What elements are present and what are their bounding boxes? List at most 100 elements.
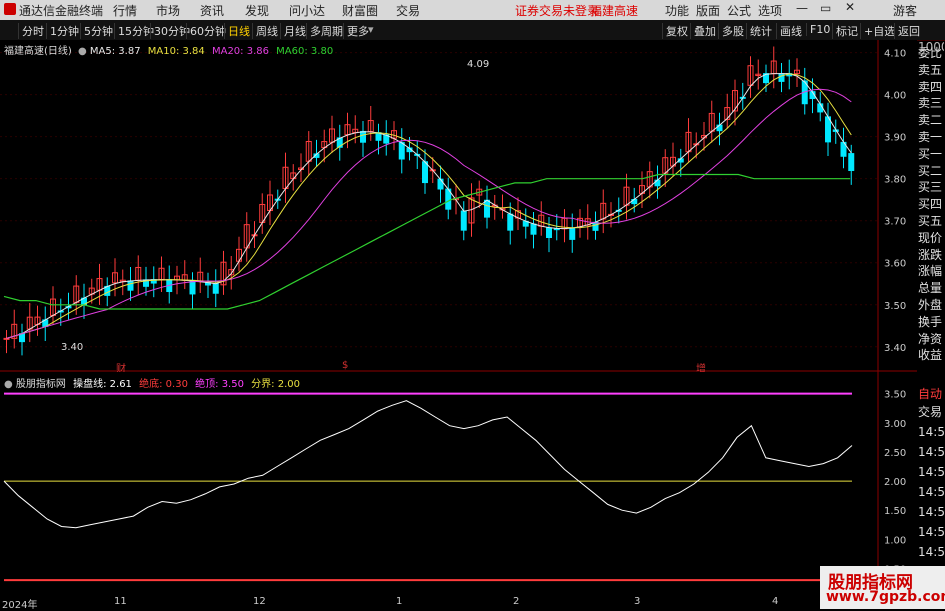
price-chart-legend: 福建高速(日线) ● MA5: 3.87 MA10: 3.84 MA20: 3.… — [4, 42, 333, 57]
menu-item-trade[interactable]: 交易 — [396, 2, 420, 19]
period-tab-multi[interactable]: 多周期 — [306, 23, 343, 39]
more-dropdown-icon[interactable]: ▾ — [368, 23, 374, 36]
period-tab-5min[interactable]: 5分钟 — [80, 23, 113, 39]
indicator-title: 股朋指标网 — [15, 379, 66, 390]
indicator-tick-label: 3.50 — [884, 390, 906, 401]
period-tab-timeshare[interactable]: 分时 — [18, 23, 44, 39]
divide-label: 分界: 2.00 — [251, 379, 300, 390]
menu-item-market[interactable]: 行情 — [113, 2, 137, 19]
tick-time: 14:56 — [918, 505, 944, 519]
price-tick-label: 4.00 — [884, 91, 906, 102]
add-watchlist-button[interactable]: +自选 — [860, 23, 895, 39]
candle-body — [484, 199, 490, 218]
absolute-bottom-label: 绝底: 0.30 — [139, 379, 188, 390]
watermark: 股朋指标网 www.7gpzb.com — [820, 566, 945, 609]
overlay-button[interactable]: 叠加 — [690, 23, 716, 39]
candle-body — [3, 337, 10, 340]
close-icon[interactable]: ✕ — [845, 0, 855, 14]
price-tick-label: 3.70 — [884, 217, 906, 228]
login-notice[interactable]: 证券交易未登录 — [515, 2, 599, 19]
candle-body — [212, 283, 219, 294]
app-title: 通达信金融终端 — [19, 4, 104, 18]
period-tab-15min[interactable]: 15分钟 — [114, 23, 154, 39]
x-axis-label: 1 — [396, 596, 403, 607]
x-axis-label: 11 — [114, 596, 127, 607]
x-axis: 2024年 11 12 1 2 3 4 — [0, 596, 917, 611]
price-tick-label: 3.90 — [884, 133, 906, 144]
indicator-chart[interactable]: 3.503.002.502.001.501.000.50 — [0, 372, 917, 596]
indicator-tick-label: 3.00 — [884, 419, 906, 430]
candle-body — [716, 124, 723, 132]
event-mark-dividend[interactable]: $ — [342, 360, 348, 371]
candle-body — [19, 333, 25, 343]
menu-bar: 通达信金融终端 行情 市场 资讯 发现 问小达 财富圈 交易 证券交易未登录 福… — [0, 0, 945, 20]
stock-name: 福建高速 — [590, 4, 639, 18]
price-tick-label: 4.10 — [884, 49, 906, 60]
menu-item-wealth[interactable]: 财富圈 — [342, 2, 378, 19]
ma60-label: MA60: 3.80 — [276, 46, 334, 57]
indicator-settings-icon[interactable]: ● — [4, 379, 13, 390]
menu-item-exchange[interactable]: 市场 — [156, 2, 180, 19]
candle-body — [437, 178, 444, 190]
draw-line-button[interactable]: 画线 — [776, 23, 802, 39]
menu-item-ask[interactable]: 问小达 — [289, 2, 325, 19]
guest-label[interactable]: 游客 — [893, 2, 917, 19]
tick-time: 14:56 — [918, 465, 944, 479]
ma20-label: MA20: 3.86 — [211, 46, 269, 57]
settings-icon[interactable]: ● — [78, 46, 87, 57]
tick-time: 14:56 — [918, 485, 944, 499]
quote-field-label: 收益 — [918, 348, 943, 363]
period-tab-30min[interactable]: 30分钟 — [150, 23, 190, 39]
tick-time: 14:56 — [918, 425, 944, 439]
price-tick-label: 3.40 — [884, 343, 906, 354]
mark-button[interactable]: 标记 — [832, 23, 858, 39]
candle-body — [546, 227, 552, 239]
period-tab-day[interactable]: 日线 — [224, 23, 250, 39]
price-tick-label: 3.80 — [884, 175, 906, 186]
minimize-icon[interactable]: — — [796, 1, 808, 15]
candle-body — [127, 280, 134, 291]
menu-item-formula[interactable]: 公式 — [727, 2, 751, 19]
candle-body — [530, 223, 537, 235]
absolute-top-label: 绝顶: 3.50 — [195, 379, 244, 390]
candle-body — [422, 161, 428, 184]
indicator-legend: ● 股朋指标网 操盘线: 2.61 绝底: 0.30 绝顶: 3.50 分界: … — [4, 375, 300, 390]
tick-time: 14:56 — [918, 525, 944, 539]
operation-line-label: 操盘线: 2.61 — [73, 379, 132, 390]
f10-button[interactable]: F10 — [806, 23, 830, 36]
back-button[interactable]: 返回 — [894, 23, 920, 39]
period-tab-60min[interactable]: 60分钟 — [186, 23, 226, 39]
menu-item-function[interactable]: 功能 — [665, 2, 689, 19]
multi-stock-button[interactable]: 多股 — [718, 23, 744, 39]
menu-item-options[interactable]: 选项 — [758, 2, 782, 19]
quote-side-panel: 1000委比卖五卖四卖三卖二卖一买一买二买三买四买五现价涨跌涨幅总量外盘换手净资… — [917, 40, 945, 609]
period-tab-1min[interactable]: 1分钟 — [46, 23, 79, 39]
menu-item-discover[interactable]: 发现 — [245, 2, 269, 19]
restore-icon[interactable]: ▭ — [820, 1, 831, 15]
candle-body — [507, 213, 514, 231]
price-tick-label: 3.60 — [884, 259, 906, 270]
menu-item-news[interactable]: 资讯 — [200, 2, 224, 19]
high-price-label: 4.09 — [467, 59, 490, 70]
indicator-tick-label: 1.50 — [884, 506, 906, 517]
indicator-tick-label: 2.50 — [884, 448, 906, 459]
tick-time: 14:56 — [918, 545, 944, 559]
menu-item-layout[interactable]: 版面 — [696, 2, 720, 19]
price-chart[interactable]: 4.10 4.00 3.90 3.80 3.70 3.60 3.50 3.40 — [0, 40, 917, 372]
x-axis-label: 2 — [513, 596, 520, 607]
x-axis-label: 3 — [634, 596, 641, 607]
period-tab-more[interactable]: 更多 — [343, 23, 369, 39]
period-tab-month[interactable]: 月线 — [280, 23, 306, 39]
stats-button[interactable]: 统计 — [746, 23, 772, 39]
candle-body — [848, 153, 855, 172]
ma10-label: MA10: 3.84 — [147, 46, 205, 57]
low-price-label: 3.40 — [61, 342, 84, 353]
adjust-button[interactable]: 复权 — [662, 23, 688, 39]
trade-label: 交易 — [918, 405, 943, 419]
candle-body — [778, 73, 785, 82]
candle-body — [569, 227, 576, 240]
period-tab-week[interactable]: 周线 — [252, 23, 278, 39]
candle-body — [360, 130, 366, 143]
period-toolbar: 分时 1分钟 5分钟 15分钟 30分钟 60分钟 日线 周线 月线 多周期 更… — [0, 20, 945, 41]
app-logo-icon — [4, 3, 16, 15]
